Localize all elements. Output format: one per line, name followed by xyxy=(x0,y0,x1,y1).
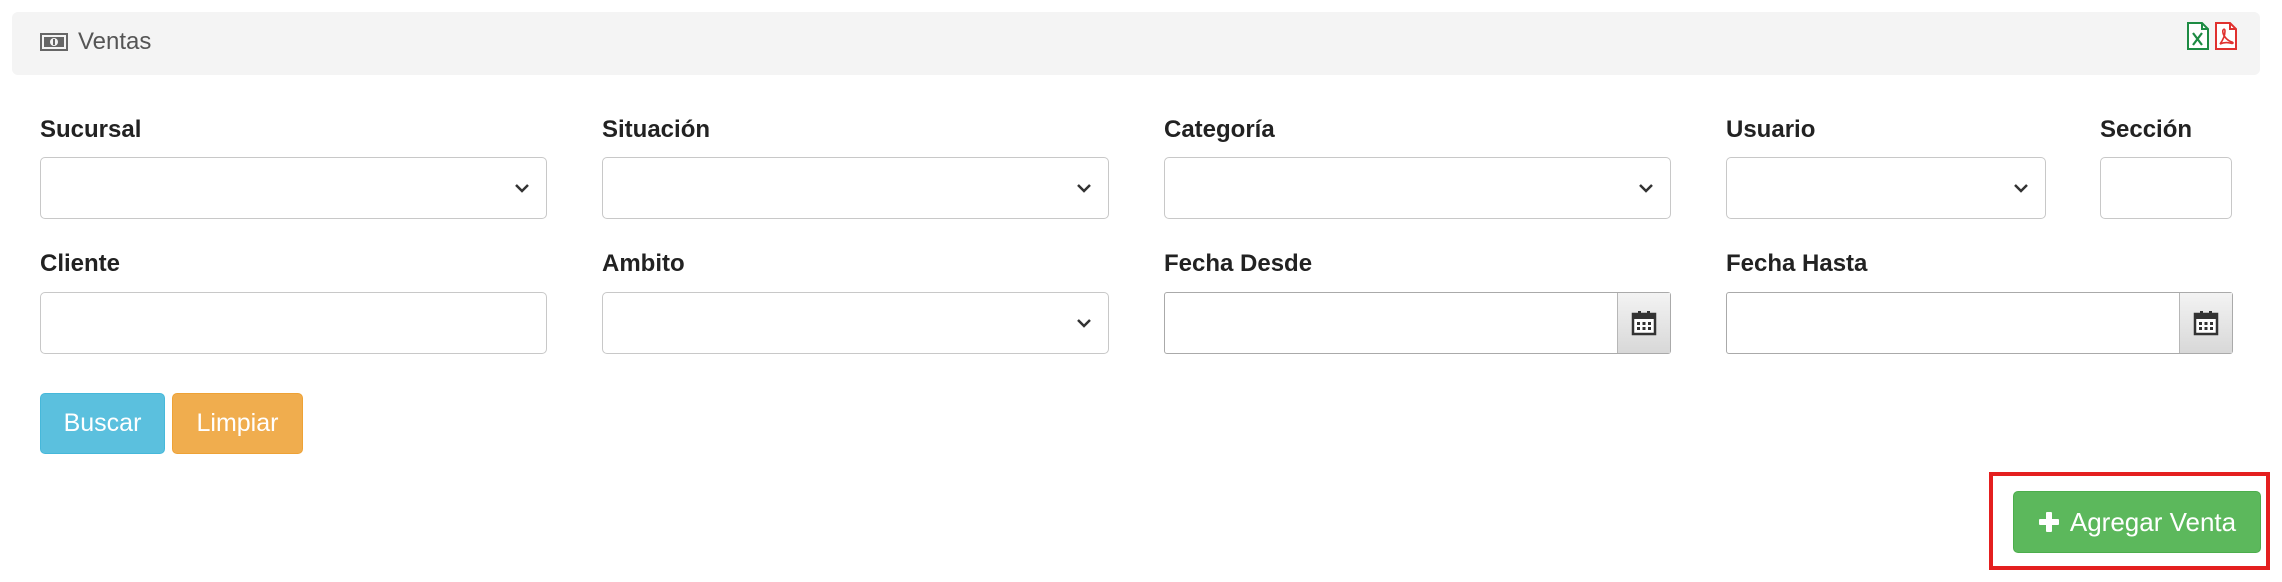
seccion-label: Sección xyxy=(2100,116,2193,143)
fecha-desde-label: Fecha Desde xyxy=(1164,250,1313,277)
limpiar-button[interactable]: Limpiar xyxy=(172,393,303,454)
usuario-label: Usuario xyxy=(1726,116,1816,143)
chevron-down-icon xyxy=(1077,319,1091,328)
plus-icon xyxy=(2038,512,2059,532)
fecha-desde-calendar-button[interactable] xyxy=(1617,293,1670,353)
calendar-icon xyxy=(1631,311,1657,336)
situacion-select[interactable] xyxy=(602,157,1109,219)
agregar-venta-label: Agregar Venta xyxy=(2069,506,2237,537)
pdf-file-icon[interactable] xyxy=(2214,22,2238,50)
fecha-hasta-label: Fecha Hasta xyxy=(1726,250,1868,277)
usuario-select[interactable] xyxy=(1726,157,2046,219)
money-icon xyxy=(40,33,68,51)
export-actions xyxy=(2186,22,2238,50)
chevron-down-icon xyxy=(515,184,529,193)
chevron-down-icon xyxy=(1639,184,1653,193)
cliente-input[interactable] xyxy=(40,292,547,354)
sucursal-select[interactable] xyxy=(40,157,547,219)
categoria-select[interactable] xyxy=(1164,157,1671,219)
sucursal-label: Sucursal xyxy=(40,116,142,143)
situacion-label: Situación xyxy=(602,116,711,143)
fecha-hasta-calendar-button[interactable] xyxy=(2179,293,2232,353)
calendar-icon xyxy=(2193,311,2219,336)
chevron-down-icon xyxy=(2014,184,2028,193)
page-header: Ventas xyxy=(12,12,2260,75)
excel-file-icon[interactable] xyxy=(2186,22,2210,50)
seccion-input[interactable] xyxy=(2100,157,2232,219)
chevron-down-icon xyxy=(1077,184,1091,193)
fecha-hasta-input[interactable] xyxy=(1726,292,2233,354)
ambito-select[interactable] xyxy=(602,292,1109,354)
buscar-button[interactable]: Buscar xyxy=(40,393,165,454)
categoria-label: Categoría xyxy=(1164,116,1275,143)
page-title-text: Ventas xyxy=(78,28,152,55)
fecha-desde-input[interactable] xyxy=(1164,292,1671,354)
cliente-label: Cliente xyxy=(40,250,121,277)
page-title: Ventas xyxy=(40,28,151,56)
agregar-venta-button[interactable]: Agregar Venta xyxy=(2013,491,2261,553)
ambito-label: Ambito xyxy=(602,250,685,277)
